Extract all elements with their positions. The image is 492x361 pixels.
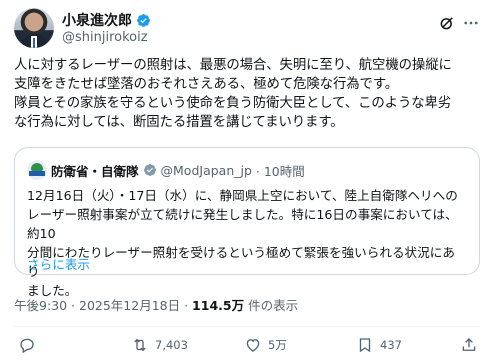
share-icon [462, 338, 476, 351]
grok-icon[interactable] [438, 14, 456, 32]
quoted-tweet-time: · 10時間 [255, 163, 305, 179]
quoted-tweet-header: 防衛省・自衛隊 @ModJapan_jp · 10時間 [27, 160, 305, 180]
view-count-suffix: 件の表示 [244, 298, 299, 313]
quoted-tweet-text: 12月16日（火）・17日（水）に、静岡県上空において、陸上自衛隊ヘリへの レー… [27, 188, 458, 298]
action-bar: 7,403 5万 437 [14, 336, 480, 358]
bookmark-icon [359, 338, 371, 353]
like-button[interactable]: 5万 [244, 336, 287, 354]
view-count: 114.5万 [192, 298, 245, 313]
verified-badge-icon [143, 164, 156, 176]
repost-button[interactable]: 7,403 [131, 336, 188, 354]
reply-icon [20, 338, 34, 354]
bookmark-count: 437 [380, 338, 402, 352]
more-icon[interactable] [462, 14, 480, 32]
verified-badge-icon [137, 13, 150, 27]
quoted-author-handle: @ModJapan_jp [160, 162, 252, 178]
like-icon [246, 339, 260, 352]
author-name[interactable]: 小泉進次郎 [62, 10, 132, 30]
repost-icon [134, 338, 146, 352]
bookmark-button[interactable]: 437 [356, 336, 402, 354]
tweet-meta: 午後9:30 · 2025年12月18日 · 114.5万 件の表示 [14, 295, 298, 314]
avatar-emblem-base [29, 171, 45, 176]
reply-button[interactable] [18, 336, 42, 354]
avatar-emblem-top [31, 163, 43, 171]
avatar-tie [33, 38, 35, 48]
author-name-row: 小泉進次郎 [62, 10, 151, 30]
tweet-header: 小泉進次郎 @shinjirokoiz [14, 8, 480, 50]
show-more-link[interactable]: さらに表示 [27, 254, 90, 273]
tweet-text: 人に対するレーザーの照射は、最悪の場合、失明に至り、航空機の操縦に 支障をきたせ… [14, 58, 452, 130]
quoted-author-name: 防衛省・自衛隊 [51, 163, 139, 179]
like-count: 5万 [268, 338, 287, 352]
author-avatar[interactable] [14, 8, 54, 48]
repost-count: 7,403 [155, 338, 188, 352]
author-handle[interactable]: @shinjirokoiz [62, 30, 148, 45]
quoted-tweet[interactable]: 防衛省・自衛隊 @ModJapan_jp · 10時間 12月16日（火）・17… [14, 147, 480, 298]
tweet-timestamp[interactable]: 午後9:30 · 2025年12月18日 · [14, 298, 192, 313]
share-button[interactable] [460, 336, 478, 354]
divider [14, 326, 480, 327]
quoted-author-avatar [27, 160, 47, 180]
